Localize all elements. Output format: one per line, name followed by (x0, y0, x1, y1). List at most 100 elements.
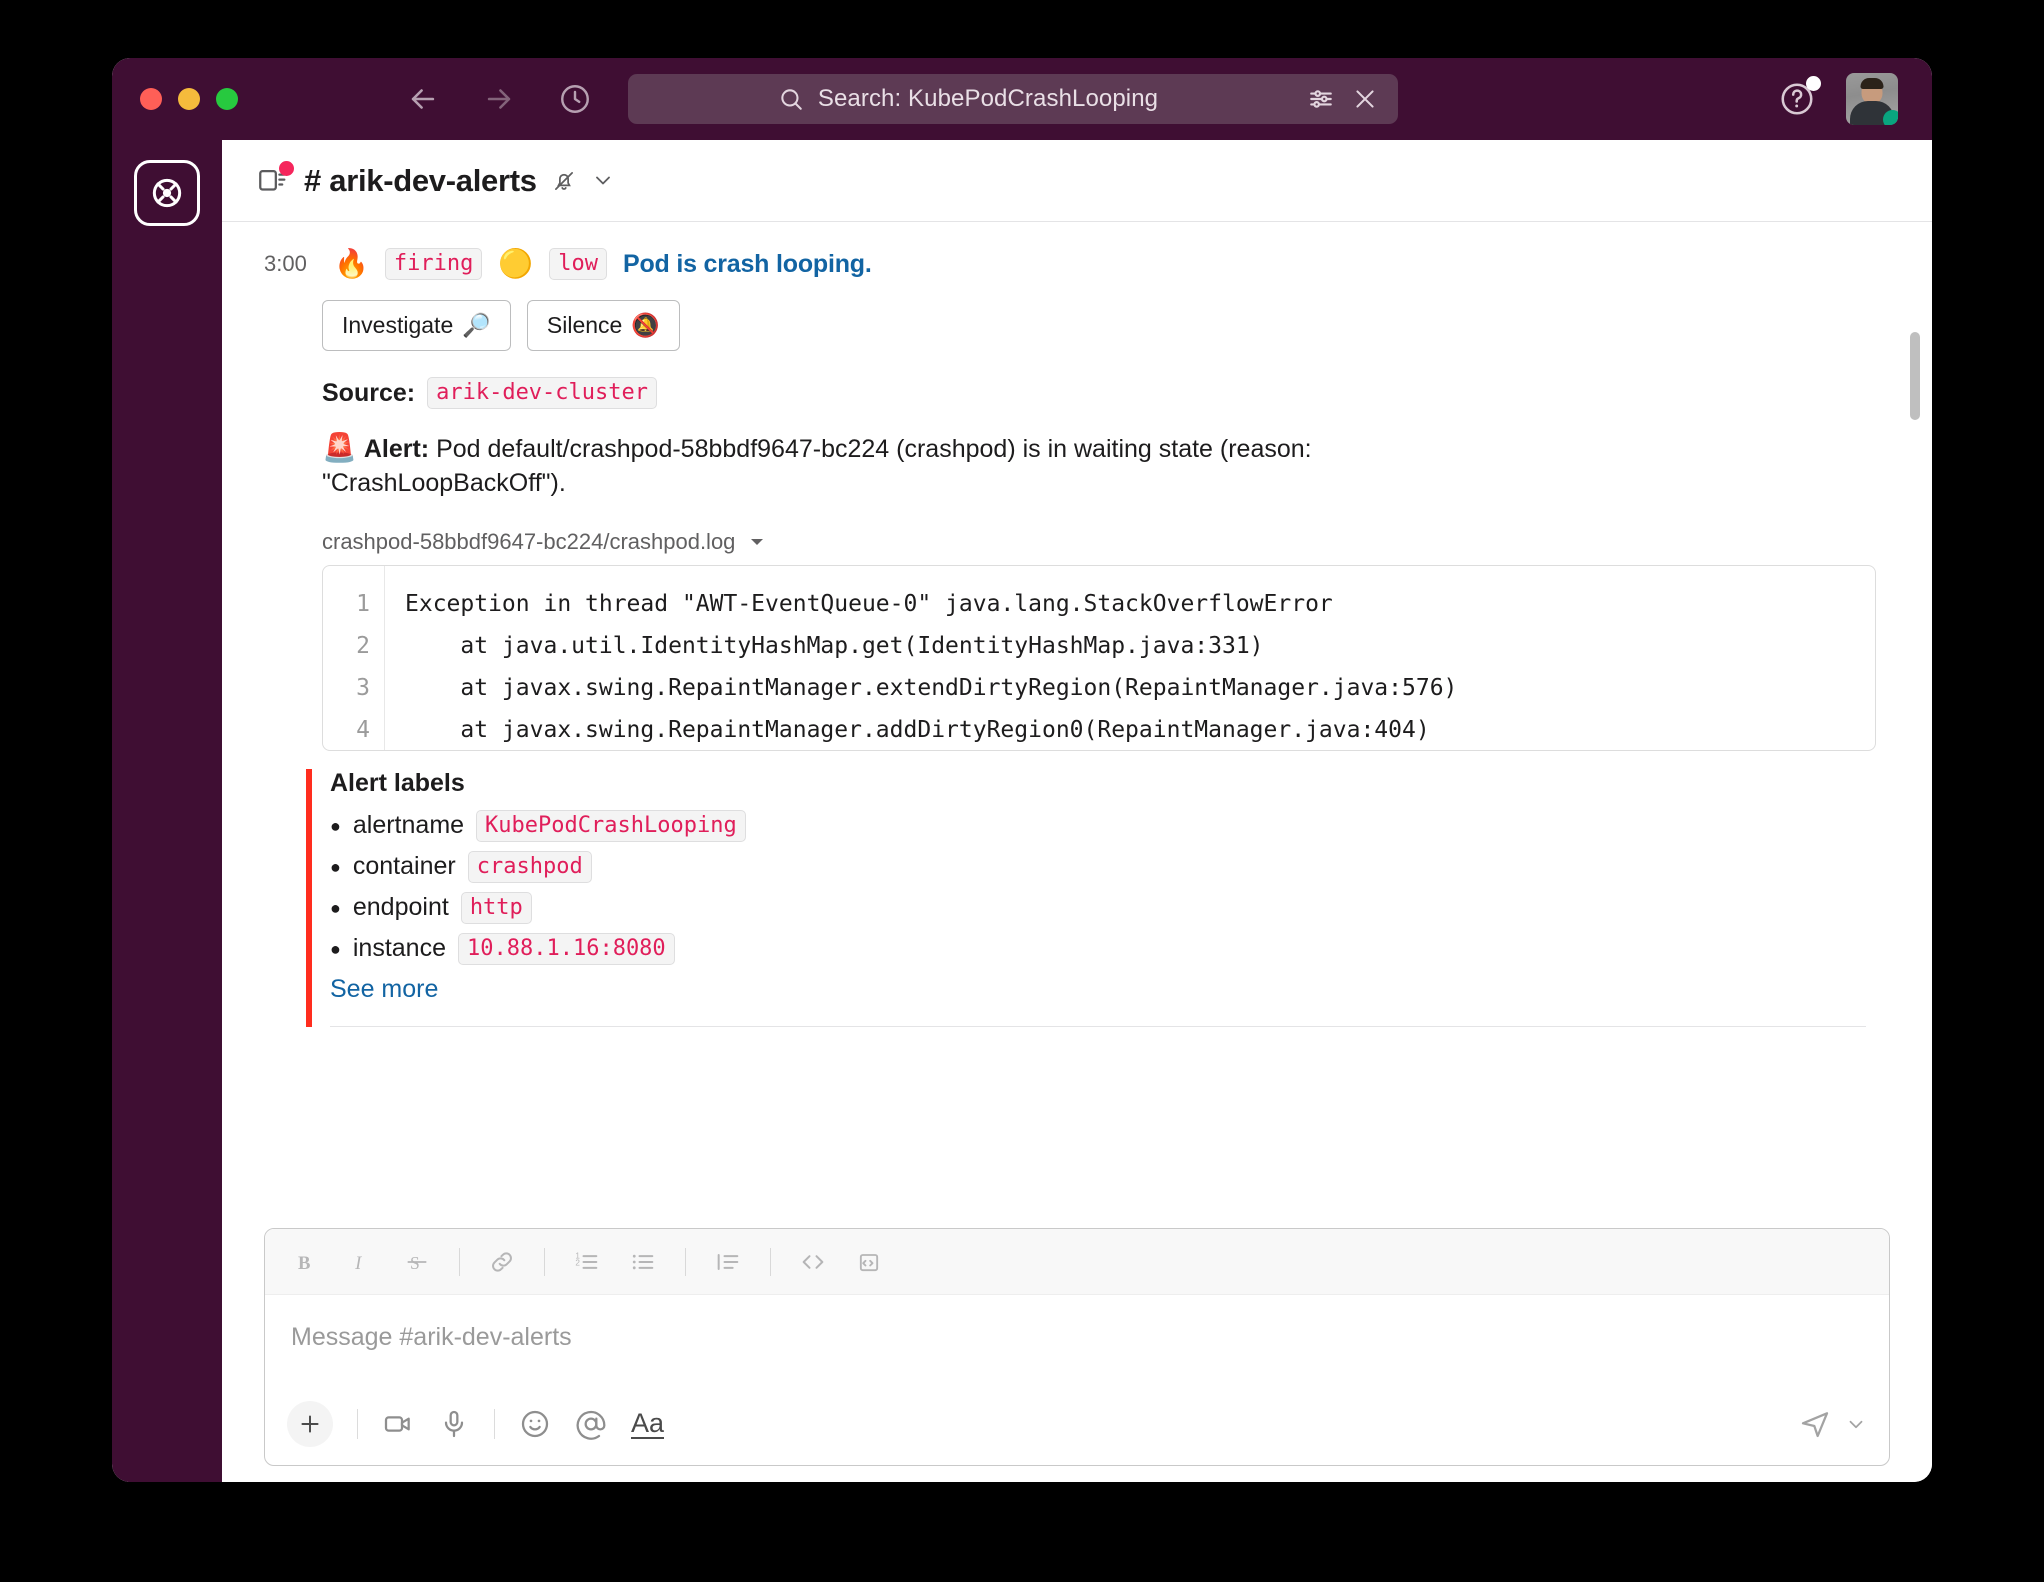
alert-label-key: alertname (352, 811, 465, 839)
search-query-text: Search: KubePodCrashLooping (817, 85, 1159, 112)
code-block-icon[interactable] (855, 1248, 883, 1276)
toolbar-divider (685, 1247, 686, 1276)
link-icon[interactable] (488, 1248, 516, 1276)
workspace-rail (112, 140, 222, 1482)
chevron-down-icon[interactable] (1845, 1413, 1867, 1435)
at-mention-icon[interactable] (575, 1408, 607, 1440)
composer-bottom-bar: Aa (265, 1383, 1889, 1465)
composer-divider (494, 1409, 495, 1439)
bullet-icon: ● (330, 815, 341, 836)
scrollbar-thumb[interactable] (1910, 332, 1920, 420)
bulleted-list-icon[interactable] (629, 1248, 657, 1276)
alert-label-key: instance (352, 934, 446, 962)
ordered-list-icon[interactable]: 12 (573, 1248, 601, 1276)
avatar[interactable] (1846, 73, 1898, 125)
window-minimize-button[interactable] (178, 88, 200, 110)
caret-down-icon[interactable] (748, 533, 766, 551)
alert-label-value: 10.88.1.16:8080 (458, 932, 675, 965)
plus-icon[interactable] (287, 1401, 333, 1447)
message-input[interactable]: Message #arik-dev-alerts (265, 1295, 1889, 1383)
alert-action-buttons: Investigate 🔎 Silence 🔕 (322, 300, 1886, 351)
search-bar[interactable]: Search: KubePodCrashLooping (628, 74, 1398, 124)
microphone-icon[interactable] (438, 1408, 470, 1440)
formatting-toggle[interactable]: Aa (631, 1408, 665, 1440)
code-line: at javax.swing.RepaintManager.extendDirt… (405, 674, 1458, 701)
filter-sliders-icon[interactable] (1308, 86, 1334, 112)
window-maximize-button[interactable] (216, 88, 238, 110)
window-close-button[interactable] (140, 88, 162, 110)
alert-message: 3:00 🔥 firing 🟡 low Pod is crash looping… (222, 248, 1932, 1027)
alert-description-label: Alert: (363, 435, 430, 463)
composer-divider (357, 1409, 358, 1439)
svg-text:S: S (410, 1253, 420, 1273)
alert-label-key: endpoint (352, 893, 449, 921)
channel-header: # arik-dev-alerts (222, 140, 1932, 222)
alert-label-value: http (460, 891, 532, 924)
close-icon[interactable] (1352, 86, 1378, 112)
search-icon (778, 86, 804, 112)
unread-badge-dot (279, 160, 294, 176)
magnifying-glass-emoji-icon: 🔎 (462, 312, 491, 338)
code-content: Exception in thread "AWT-EventQueue-0" j… (385, 566, 1875, 750)
bullet-icon: ● (330, 856, 341, 877)
window-body: # arik-dev-alerts 3:00 🔥 firing 🟡 low Po… (112, 140, 1932, 1482)
alert-labels-block: Alert labels ● alertname KubePodCrashLoopi… (306, 768, 1886, 1027)
code-line-number: 2 (356, 632, 370, 659)
yellow-circle-emoji-icon: 🟡 (498, 248, 534, 279)
bell-muted-icon[interactable] (551, 168, 577, 194)
inline-code-icon[interactable] (799, 1248, 827, 1276)
help-question-icon[interactable] (1778, 76, 1821, 118)
silence-button[interactable]: Silence 🔕 (526, 300, 680, 351)
code-line-numbers: 12345 (323, 565, 385, 750)
toolbar-divider (459, 1247, 460, 1276)
status-badge-severity: low (549, 248, 607, 280)
alert-labels-list: ● alertname KubePodCrashLooping ● container c… (330, 809, 1886, 965)
code-line: at javax.swing.RepaintManager.addDirtyRe… (405, 716, 1430, 743)
alert-label-row: ● endpoint http (330, 891, 1886, 924)
clock-icon[interactable] (558, 82, 592, 116)
toolbar-divider (770, 1247, 771, 1276)
alert-labels-title: Alert labels (330, 768, 465, 797)
source-label: Source: (322, 378, 416, 407)
arrow-right-icon[interactable] (482, 82, 516, 116)
send-controls (1799, 1408, 1867, 1440)
alert-description: 🚨 Alert: Pod default/crashpod-58bbdf9647… (322, 433, 1512, 501)
code-line-number: 3 (356, 674, 370, 701)
alert-title-link[interactable]: Pod is crash looping. (623, 250, 872, 279)
arrow-left-icon[interactable] (406, 82, 440, 116)
slack-window: Search: KubePodCrashLooping # arik-dev-a… (112, 58, 1932, 1482)
page-title: # arik-dev-alerts (304, 162, 537, 198)
traffic-lights (140, 88, 238, 110)
blockquote-icon[interactable] (714, 1248, 742, 1276)
bold-icon[interactable]: B (291, 1248, 319, 1276)
message-list: 3:00 🔥 firing 🟡 low Pod is crash looping… (222, 222, 1932, 1228)
log-file-header[interactable]: crashpod-58bbdf9647-bc224/crashpod.log (322, 529, 1886, 555)
log-code-block[interactable]: 12345 Exception in thread "AWT-EventQueu… (322, 564, 1876, 751)
message-composer: B I S 12 Message #arik-dev-alerts Aa (264, 1228, 1890, 1466)
channel-pane: # arik-dev-alerts 3:00 🔥 firing 🟡 low Po… (222, 140, 1932, 1482)
fire-emoji-icon: 🔥 (334, 248, 369, 279)
alert-label-value: crashpod (467, 850, 592, 883)
status-badge-firing: firing (384, 248, 483, 280)
send-paper-plane-icon[interactable] (1799, 1408, 1831, 1440)
titlebar-right-group (1778, 73, 1898, 125)
bullet-icon: ● (330, 938, 341, 959)
chevron-down-icon[interactable] (591, 168, 617, 194)
emoji-smiley-icon[interactable] (519, 1408, 551, 1440)
formatting-toolbar: B I S 12 (265, 1229, 1889, 1295)
avatar-hair (1860, 78, 1884, 89)
message-timestamp: 3:00 (264, 251, 307, 276)
see-more-link[interactable]: See more (330, 975, 1886, 1004)
target-crosshair-icon[interactable] (134, 160, 200, 226)
strikethrough-icon[interactable]: S (403, 1248, 431, 1276)
divider (330, 1025, 1866, 1027)
code-line: Exception in thread "AWT-EventQueue-0" j… (405, 590, 1333, 617)
video-camera-icon[interactable] (382, 1408, 414, 1440)
channel-file-icon[interactable] (256, 160, 294, 198)
navigation-buttons (406, 82, 592, 116)
alert-label-row: ● instance 10.88.1.16:8080 (330, 932, 1886, 965)
investigate-button[interactable]: Investigate 🔎 (322, 300, 511, 351)
alert-label-row: ● alertname KubePodCrashLooping (330, 809, 1886, 842)
message-scrollbar[interactable] (1910, 332, 1920, 1052)
italic-icon[interactable]: I (347, 1248, 375, 1276)
